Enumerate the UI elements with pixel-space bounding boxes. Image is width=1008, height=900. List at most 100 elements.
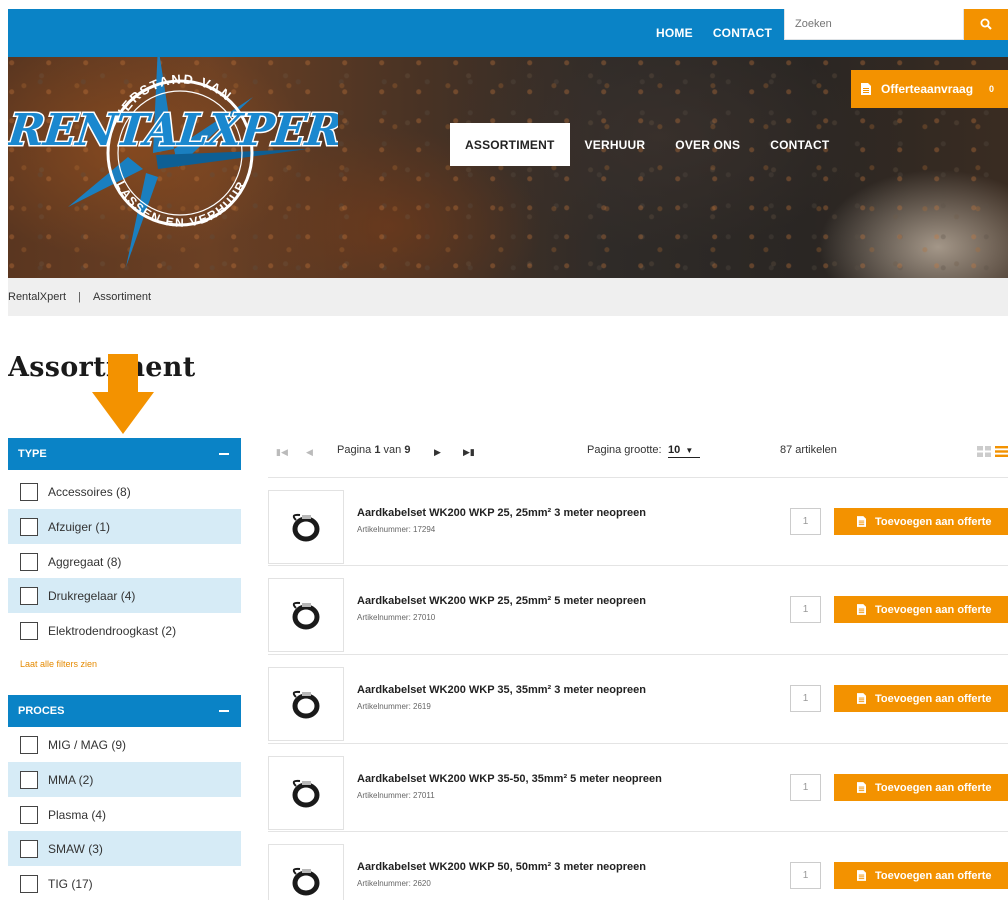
add-to-quote-button[interactable]: Toevoegen aan offerte — [834, 508, 1008, 535]
next-page-icon[interactable]: ▶ — [434, 447, 441, 458]
main-nav-assortiment[interactable]: ASSORTIMENT — [450, 123, 570, 166]
filter-option-label: TIG (17) — [48, 876, 93, 891]
product-name[interactable]: Aardkabelset WK200 WKP 50, 50mm² 3 meter… — [357, 861, 646, 873]
filter-option[interactable]: SMAW (3) — [8, 831, 241, 866]
filter-option[interactable]: Accessoires (8) — [8, 474, 241, 509]
last-page-icon[interactable]: ▶▮ — [463, 447, 475, 458]
product-thumbnail[interactable] — [268, 578, 344, 652]
document-icon — [857, 693, 866, 704]
checkbox[interactable] — [20, 621, 38, 640]
product-name[interactable]: Aardkabelset WK200 WKP 35-50, 35mm² 5 me… — [357, 773, 662, 785]
cable-coil-icon — [292, 601, 320, 630]
breadcrumb-current: Assortiment — [92, 291, 152, 303]
filter-option[interactable]: MMA (2) — [8, 762, 241, 797]
page-total: 9 — [404, 444, 411, 456]
cable-coil-icon — [292, 867, 320, 896]
add-to-quote-label: Toevoegen aan offerte — [875, 781, 992, 794]
cable-coil-icon — [292, 513, 320, 542]
list-view-icon[interactable] — [995, 446, 1008, 457]
add-to-quote-button[interactable]: Toevoegen aan offerte — [834, 862, 1008, 889]
document-icon — [861, 83, 871, 95]
filter-option[interactable]: Drukregelaar (4) — [8, 578, 241, 613]
breadcrumb-home[interactable]: RentalXpert — [8, 291, 66, 303]
quantity-input[interactable]: 1 — [790, 596, 821, 623]
product-number: Artikelnummer: 2620 — [357, 879, 431, 888]
filter-option-label: Aggregaat (8) — [48, 554, 122, 569]
filter-option-label: Plasma (4) — [48, 807, 107, 822]
filter-proces-header[interactable]: PROCES — [8, 695, 241, 727]
checkbox[interactable] — [20, 805, 38, 824]
collapse-minus-icon[interactable] — [219, 710, 229, 712]
logo-tagline-bottom: LASSEN EN VERHUUR — [114, 178, 249, 230]
offerte-label: Offerteaanvraag — [881, 82, 974, 96]
product-row: Aardkabelset WK200 WKP 50, 50mm² 3 meter… — [268, 831, 1008, 900]
filter-option[interactable]: TIG (17) — [8, 866, 241, 900]
filter-option[interactable]: Elektrodendroogkast (2) — [8, 613, 241, 648]
page-size-label: Pagina grootte: — [587, 444, 662, 456]
main-nav-verhuur[interactable]: VERHUUR — [570, 123, 661, 166]
page-current: 1 — [374, 444, 381, 456]
add-to-quote-button[interactable]: Toevoegen aan offerte — [834, 596, 1008, 623]
product-thumbnail[interactable] — [268, 667, 344, 741]
product-row: Aardkabelset WK200 WKP 25, 25mm² 3 meter… — [268, 477, 1008, 565]
add-to-quote-label: Toevoegen aan offerte — [875, 692, 992, 705]
quantity-input[interactable]: 1 — [790, 862, 821, 889]
page-prefix: Pagina — [337, 444, 372, 456]
search-icon — [980, 18, 992, 30]
cable-coil-icon — [292, 779, 320, 808]
page-size-select[interactable]: 10 ▼ — [668, 444, 700, 458]
product-number: Artikelnummer: 27010 — [357, 613, 436, 622]
checkbox[interactable] — [20, 517, 38, 536]
cable-coil-icon — [292, 690, 320, 719]
search-field[interactable] — [784, 8, 964, 40]
document-icon — [857, 870, 866, 881]
show-all-filters-link[interactable]: Laat alle filters zien — [20, 659, 97, 669]
filter-option[interactable]: Plasma (4) — [8, 797, 241, 832]
quantity-input[interactable]: 1 — [790, 685, 821, 712]
filter-option-label: MIG / MAG (9) — [48, 737, 126, 752]
logo-brand-text: RENTALXPERT — [8, 105, 338, 156]
product-row: Aardkabelset WK200 WKP 25, 25mm² 5 meter… — [268, 565, 1008, 653]
search-button[interactable] — [964, 8, 1008, 40]
product-name[interactable]: Aardkabelset WK200 WKP 35, 35mm² 3 meter… — [357, 684, 646, 696]
product-number: Artikelnummer: 17294 — [357, 525, 436, 534]
search-input[interactable] — [795, 18, 963, 30]
collapse-minus-icon[interactable] — [219, 453, 229, 455]
top-nav-contact[interactable]: CONTACT — [713, 26, 772, 40]
document-icon — [857, 782, 866, 793]
checkbox[interactable] — [20, 482, 38, 501]
filter-option[interactable]: MIG / MAG (9) — [8, 727, 241, 762]
filter-option[interactable]: Aggregaat (8) — [8, 544, 241, 579]
checkbox[interactable] — [20, 874, 38, 893]
filter-option[interactable]: Afzuiger (1) — [8, 509, 241, 544]
rentalxpert-logo[interactable]: VERSTAND VAN LASSEN EN VERHUUR RENTALXPE… — [8, 57, 338, 278]
quantity-input[interactable]: 1 — [790, 774, 821, 801]
product-number: Artikelnummer: 2619 — [357, 702, 431, 711]
checkbox[interactable] — [20, 735, 38, 754]
product-name[interactable]: Aardkabelset WK200 WKP 25, 25mm² 5 meter… — [357, 595, 646, 607]
product-thumbnail[interactable] — [268, 844, 344, 900]
top-nav-home[interactable]: HOME — [656, 26, 693, 40]
checkbox[interactable] — [20, 586, 38, 605]
main-nav-contact[interactable]: CONTACT — [755, 123, 844, 166]
main-nav-over-ons[interactable]: OVER ONS — [660, 123, 755, 166]
offerte-request-button[interactable]: Offerteaanvraag 0 — [851, 70, 1008, 108]
top-nav: HOME CONTACT — [656, 9, 772, 57]
checkbox[interactable] — [20, 552, 38, 571]
checkbox[interactable] — [20, 839, 38, 858]
pagination-label: Pagina 1 van 9 — [337, 444, 410, 456]
breadcrumb-separator: | — [78, 291, 81, 303]
checkbox[interactable] — [20, 770, 38, 789]
product-thumbnail[interactable] — [268, 756, 344, 830]
product-name[interactable]: Aardkabelset WK200 WKP 25, 25mm² 3 meter… — [357, 507, 646, 519]
grid-view-icon[interactable] — [977, 446, 991, 457]
add-to-quote-button[interactable]: Toevoegen aan offerte — [834, 685, 1008, 712]
prev-page-icon[interactable]: ◀ — [306, 447, 313, 458]
product-thumbnail[interactable] — [268, 490, 344, 564]
filter-option-label: SMAW (3) — [48, 841, 103, 856]
add-to-quote-button[interactable]: Toevoegen aan offerte — [834, 774, 1008, 801]
filter-type-header[interactable]: TYPE — [8, 438, 241, 470]
first-page-icon[interactable]: ▮◀ — [276, 447, 288, 458]
quantity-input[interactable]: 1 — [790, 508, 821, 535]
product-number: Artikelnummer: 27011 — [357, 791, 435, 800]
